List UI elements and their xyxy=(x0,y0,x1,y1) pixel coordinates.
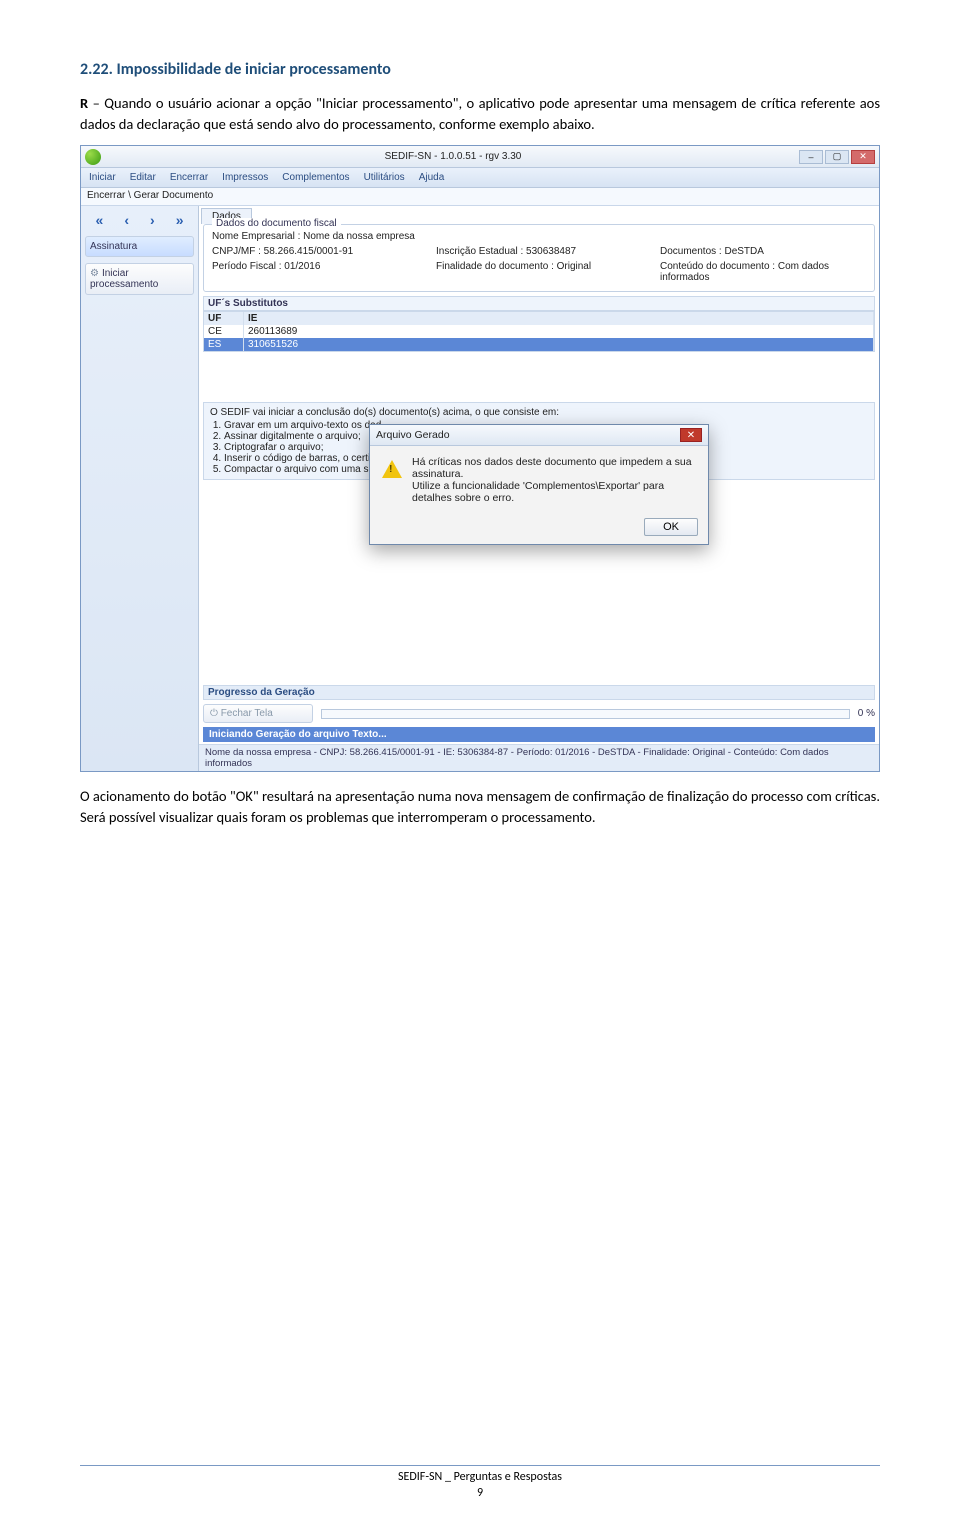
progress-bar xyxy=(321,709,850,719)
th-ie: IE xyxy=(244,312,874,325)
paragraph-intro: R – Quando o usuário acionar a opção "In… xyxy=(80,93,880,135)
groupbox-dados-fiscal: Dados do documento fiscal Nome Empresari… xyxy=(203,224,875,292)
field-periodo: Período Fiscal : 01/2016 xyxy=(212,261,418,283)
sidebar-item-label: Iniciar processamento xyxy=(90,268,158,290)
main-panel: Dados Dados do documento fiscal Nome Emp… xyxy=(199,206,879,771)
progress-row: ⏻ Fechar Tela 0 % xyxy=(203,704,875,723)
menu-editar[interactable]: Editar xyxy=(130,172,156,183)
progress-label: Progresso da Geração xyxy=(203,685,875,700)
breadcrumb: Encerrar \ Gerar Documento xyxy=(81,188,879,206)
window-title: SEDIF-SN - 1.0.0.51 - rgv 3.30 xyxy=(107,151,799,162)
footer-title: SEDIF-SN _ Perguntas e Respostas xyxy=(80,1470,880,1484)
table-ufs: UF IE CE 260113689 ES 310651526 xyxy=(203,311,875,352)
dialog-message: Há críticas nos dados deste documento qu… xyxy=(412,456,696,504)
field-finalidade: Finalidade do documento : Original xyxy=(436,261,642,283)
subheader-ufs: UF´s Substitutos xyxy=(203,296,875,311)
field-ie: Inscrição Estadual : 530638487 xyxy=(436,246,642,257)
window-buttons: – ▢ ✕ xyxy=(799,150,875,164)
generation-status: Iniciando Geração do arquivo Texto... xyxy=(203,727,875,742)
sidebar-item-assinatura[interactable]: Assinatura xyxy=(85,236,194,257)
th-uf: UF xyxy=(204,312,244,325)
menu-utilitarios[interactable]: Utilitários xyxy=(364,172,405,183)
gear-icon: ⚙ xyxy=(90,268,99,279)
ok-button[interactable]: OK xyxy=(644,518,698,536)
dialog-arquivo-gerado: Arquivo Gerado ✕ Há críticas nos dados d… xyxy=(369,424,709,545)
cell-uf: CE xyxy=(204,325,244,338)
close-button[interactable]: ✕ xyxy=(851,150,875,164)
cell-ie: 310651526 xyxy=(244,338,874,351)
section-heading: 2.22. Impossibilidade de iniciar process… xyxy=(80,60,880,79)
table-row[interactable]: ES 310651526 xyxy=(204,338,874,351)
menu-ajuda[interactable]: Ajuda xyxy=(419,172,445,183)
table-header: UF IE xyxy=(204,312,874,325)
statusbar: Nome da nossa empresa - CNPJ: 58.266.415… xyxy=(199,744,879,771)
info-intro: O SEDIF vai iniciar a conclusão do(s) do… xyxy=(210,407,868,418)
progress-percent: 0 % xyxy=(858,708,875,719)
dialog-title: Arquivo Gerado xyxy=(376,429,450,441)
maximize-button[interactable]: ▢ xyxy=(825,150,849,164)
nav-last-icon[interactable]: » xyxy=(176,212,184,228)
menu-impressos[interactable]: Impressos xyxy=(222,172,268,183)
nav-first-icon[interactable]: « xyxy=(96,212,104,228)
sidebar-item-iniciar-processamento[interactable]: ⚙Iniciar processamento xyxy=(85,263,194,295)
dialog-titlebar: Arquivo Gerado ✕ xyxy=(370,425,708,446)
power-icon: ⏻ xyxy=(210,708,218,719)
field-documentos: Documentos : DeSTDA xyxy=(660,246,866,257)
field-cnpj: CNPJ/MF : 58.266.415/0001-91 xyxy=(212,246,418,257)
warning-icon xyxy=(382,460,402,478)
nav-next-icon[interactable]: › xyxy=(150,212,155,228)
menubar: Iniciar Editar Encerrar Impressos Comple… xyxy=(81,168,879,188)
titlebar: SEDIF-SN - 1.0.0.51 - rgv 3.30 – ▢ ✕ xyxy=(81,146,879,168)
menu-complementos[interactable]: Complementos xyxy=(282,172,349,183)
cell-uf: ES xyxy=(204,338,244,351)
nav-prev-icon[interactable]: ‹ xyxy=(124,212,129,228)
fechar-tela-button[interactable]: ⏻ Fechar Tela xyxy=(203,704,313,723)
dialog-close-button[interactable]: ✕ xyxy=(680,428,702,442)
app-screenshot: SEDIF-SN - 1.0.0.51 - rgv 3.30 – ▢ ✕ Ini… xyxy=(80,145,880,772)
paragraph-outro: O acionamento do botão "OK" resultará na… xyxy=(80,786,880,828)
footer-page: 9 xyxy=(80,1486,880,1500)
record-nav: « ‹ › » xyxy=(81,210,198,230)
field-conteudo: Conteúdo do documento : Com dados inform… xyxy=(660,261,866,283)
menu-encerrar[interactable]: Encerrar xyxy=(170,172,208,183)
sidebar: « ‹ › » Assinatura ⚙Iniciar processament… xyxy=(81,206,199,771)
app-logo-icon xyxy=(85,149,101,165)
dialog-msg-line: Utilize a funcionalidade 'Complementos\E… xyxy=(412,480,696,504)
page-footer: SEDIF-SN _ Perguntas e Respostas 9 xyxy=(80,1465,880,1500)
para-prefix: R xyxy=(80,94,88,112)
para-rest: – Quando o usuário acionar a opção "Inic… xyxy=(80,94,880,133)
table-row[interactable]: CE 260113689 xyxy=(204,325,874,338)
groupbox-legend: Dados do documento fiscal xyxy=(212,218,341,229)
dialog-msg-line: Há críticas nos dados deste documento qu… xyxy=(412,456,696,480)
minimize-button[interactable]: – xyxy=(799,150,823,164)
fechar-label: Fechar Tela xyxy=(221,708,273,719)
cell-ie: 260113689 xyxy=(244,325,874,338)
field-nome: Nome Empresarial : Nome da nossa empresa xyxy=(212,231,866,242)
menu-iniciar[interactable]: Iniciar xyxy=(89,172,116,183)
